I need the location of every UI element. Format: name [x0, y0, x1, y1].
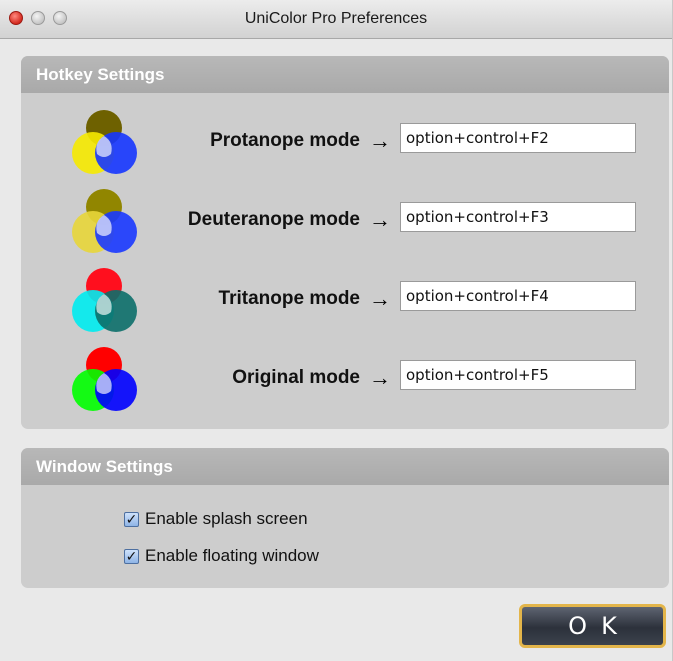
- deuteranope-venn-icon: [72, 189, 137, 253]
- tritanope-mode-label: Tritanope mode: [218, 288, 360, 309]
- title-bar[interactable]: UniColor Pro Preferences: [0, 0, 672, 39]
- splash-screen-checkbox[interactable]: ✓: [124, 511, 139, 527]
- preferences-window: UniColor Pro Preferences Hotkey Settings…: [0, 0, 673, 661]
- floating-window-checkbox[interactable]: ✓: [124, 548, 139, 564]
- enable-splash-screen-option[interactable]: ✓ Enable splash screen: [124, 508, 308, 530]
- splash-screen-label[interactable]: Enable splash screen: [145, 509, 308, 529]
- arrow-right-icon: →: [369, 365, 391, 390]
- original-hotkey-field[interactable]: [400, 360, 636, 390]
- arrow-right-icon: →: [369, 128, 391, 153]
- hotkey-row-protanope: Protanope mode →: [21, 108, 669, 178]
- tritanope-hotkey-field[interactable]: [400, 281, 636, 311]
- arrow-right-icon: →: [369, 286, 391, 311]
- hotkey-row-tritanope: Tritanope mode →: [21, 266, 669, 336]
- hotkey-row-original: Original mode →: [21, 345, 669, 415]
- original-mode-label: Original mode: [232, 367, 360, 388]
- hotkey-settings-panel: Hotkey Settings Protanope mode → Deutera…: [21, 56, 669, 429]
- original-venn-icon: [72, 347, 137, 411]
- protanope-mode-label: Protanope mode: [210, 130, 360, 151]
- floating-window-label[interactable]: Enable floating window: [145, 546, 319, 566]
- arrow-right-icon: →: [369, 207, 391, 232]
- protanope-venn-icon: [72, 110, 137, 174]
- deuteranope-hotkey-field[interactable]: [400, 202, 636, 232]
- enable-floating-window-option[interactable]: ✓ Enable floating window: [124, 545, 319, 567]
- hotkey-row-deuteranope: Deuteranope mode →: [21, 187, 669, 257]
- hotkey-settings-header: Hotkey Settings: [21, 56, 669, 93]
- tritanope-venn-icon: [72, 268, 137, 332]
- protanope-hotkey-field[interactable]: [400, 123, 636, 153]
- window-title: UniColor Pro Preferences: [244, 10, 428, 27]
- window-settings-panel: Window Settings ✓ Enable splash screen ✓…: [21, 448, 669, 588]
- ok-button[interactable]: OK: [519, 604, 666, 648]
- window-settings-header: Window Settings: [21, 448, 669, 485]
- deuteranope-mode-label: Deuteranope mode: [187, 209, 360, 230]
